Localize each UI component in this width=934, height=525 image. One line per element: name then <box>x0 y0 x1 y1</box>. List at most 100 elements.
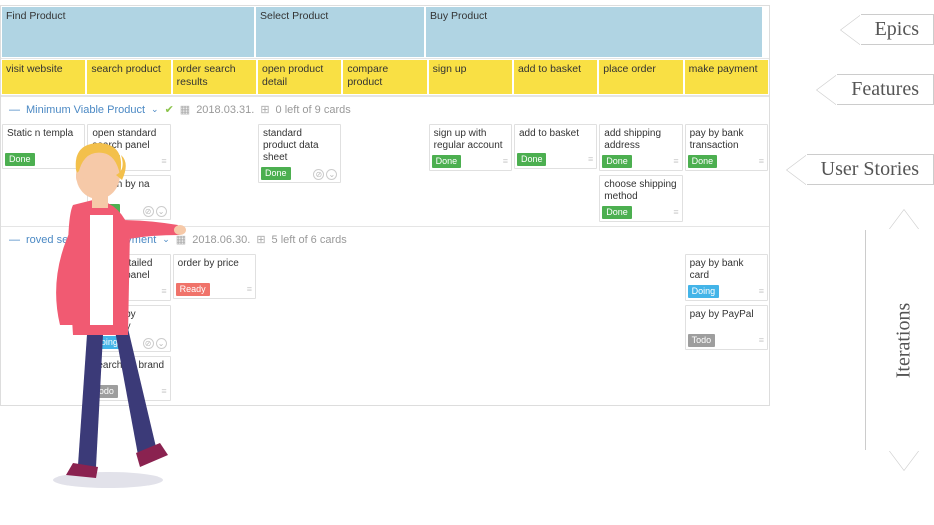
story-column: pay by bank card Doing ≡ pay by PayPalTodo≡ <box>684 252 769 354</box>
grip-icon: ≡ <box>161 286 166 297</box>
story-card[interactable]: pay by bank transactionDone≡ <box>685 124 768 171</box>
feature-card[interactable]: order search results <box>173 60 256 94</box>
story-column: pay by bank transactionDone≡ <box>684 122 769 175</box>
epic-card[interactable]: Buy Product <box>426 7 762 57</box>
card-text: search by na <box>92 179 165 191</box>
card-icons: ⊘⌄ <box>143 206 167 217</box>
status-badge: Done <box>90 155 120 168</box>
clock-icon: ⊘ <box>143 206 154 217</box>
story-column: open standard search panelDone≡search by… <box>86 122 171 224</box>
grip-icon: ≡ <box>759 156 764 167</box>
story-card[interactable]: search by naDone⊘⌄ <box>87 175 170 220</box>
card-text: Static n templa <box>7 128 80 140</box>
story-column <box>598 252 683 256</box>
story-column <box>342 122 427 126</box>
epic-label: Find Product <box>6 10 66 22</box>
story-card[interactable]: open detailed search panel Done ≡ <box>87 254 170 301</box>
story-column <box>342 252 427 256</box>
chevron-down-icon[interactable]: ⌄ <box>151 104 159 115</box>
story-card[interactable]: choose shipping methodDone≡ <box>599 175 682 222</box>
story-map-board: Find Product Select Product Buy Product … <box>0 5 770 406</box>
grip-icon: ≡ <box>247 284 252 295</box>
status-badge: Done <box>517 153 547 166</box>
calendar-icon: ▦ <box>176 233 186 246</box>
collapse-icon[interactable]: — <box>9 104 20 116</box>
status-badge: Todo <box>90 385 118 398</box>
chevron-icon: ⌄ <box>156 338 167 349</box>
story-row: Static n templa Done ≡ open standard search… <box>1 122 769 226</box>
feature-card[interactable]: add to basket <box>514 60 597 94</box>
feature-card[interactable]: search product <box>87 60 170 94</box>
label-epics: Epics <box>841 14 934 45</box>
story-row: open detailed search panelDone≡search by… <box>1 252 769 405</box>
feature-card[interactable]: place order <box>599 60 682 94</box>
story-column: sign up with regular accountDone≡ <box>428 122 513 175</box>
check-icon: ✔ <box>165 103 174 116</box>
feature-card[interactable]: open product detail <box>258 60 341 94</box>
story-card[interactable]: search by brand Todo ≡ <box>87 356 170 401</box>
grip-icon: ≡ <box>76 154 81 165</box>
card-icons: ⊘⌄ <box>313 169 337 180</box>
clock-icon: ⊘ <box>313 169 324 180</box>
story-card[interactable]: standard product data sheet Done ⊘⌄ <box>258 124 341 183</box>
cards-icon: ⊞ <box>260 103 269 116</box>
grip-icon: ≡ <box>161 386 166 397</box>
card-text: sign up with regular account <box>434 128 507 152</box>
iterations-container: —Minimum Viable Product⌄✔▦2018.03.31.⊞0 … <box>1 96 769 405</box>
iteration-header[interactable]: —Minimum Viable Product⌄✔▦2018.03.31.⊞0 … <box>1 96 769 122</box>
iteration-header[interactable]: —roved search and payment⌄▦2018.06.30.⊞5… <box>1 226 769 252</box>
label-features: Features <box>817 74 934 105</box>
story-card[interactable]: Static n templa Done ≡ <box>2 124 85 169</box>
card-icons: ⊘⌄ <box>143 338 167 349</box>
story-column: open detailed search panelDone≡search by… <box>86 252 171 405</box>
feature-card[interactable]: make payment <box>685 60 768 94</box>
story-column: Static n templa Done ≡ <box>1 122 86 173</box>
grip-icon: ≡ <box>673 207 678 218</box>
clock-icon: ⊘ <box>143 338 154 349</box>
epic-card[interactable]: Select Product <box>256 7 424 57</box>
card-text: choose shipping method <box>604 179 677 203</box>
status-badge: Done <box>261 167 291 180</box>
card-text: open detailed search panel <box>92 258 165 282</box>
status-badge: Done <box>90 285 120 298</box>
collapse-icon[interactable]: — <box>9 234 20 246</box>
label-user-stories: User Stories <box>787 154 934 185</box>
feature-card[interactable]: sign up <box>429 60 512 94</box>
story-card[interactable]: pay by PayPalTodo≡ <box>685 305 768 350</box>
iteration-date: 2018.03.31. <box>196 104 254 116</box>
status-badge: Doing <box>688 285 720 298</box>
grip-icon: ≡ <box>759 286 764 297</box>
card-text: search by brand <box>92 360 165 372</box>
card-text: pay by bank card <box>690 258 763 282</box>
story-card[interactable]: sign up with regular accountDone≡ <box>429 124 512 171</box>
story-card[interactable]: add shipping addressDone≡ <box>599 124 682 171</box>
card-text: standard product data sheet <box>263 128 336 164</box>
epic-card[interactable]: Find Product <box>2 7 254 57</box>
status-badge: Ready <box>176 283 210 296</box>
story-card[interactable]: order by priceReady≡ <box>173 254 256 299</box>
epic-row: Find Product Select Product Buy Product <box>1 6 769 59</box>
chevron-down-icon[interactable]: ⌄ <box>162 234 170 245</box>
status-badge: Done <box>5 153 35 166</box>
status-badge: Doing <box>90 336 122 349</box>
story-card[interactable]: search by categoryDoing⊘⌄ <box>87 305 170 352</box>
iteration-count: 5 left of 6 cards <box>272 234 347 246</box>
story-column <box>513 252 598 256</box>
feature-card[interactable]: visit website <box>2 60 85 94</box>
label-iterations: Iterations <box>884 210 924 470</box>
feature-row: visit websitesearch productorder search … <box>1 59 769 96</box>
epic-label: Buy Product <box>430 10 487 22</box>
card-text: pay by bank transaction <box>690 128 763 152</box>
grip-icon: ≡ <box>588 154 593 165</box>
feature-card[interactable]: compare product <box>343 60 426 94</box>
card-text: add shipping address <box>604 128 677 152</box>
story-column: order by priceReady≡ <box>172 252 257 303</box>
card-text: open standard search panel <box>92 128 165 152</box>
chevron-icon: ⌄ <box>326 169 337 180</box>
story-column: standard product data sheet Done ⊘⌄ <box>257 122 342 187</box>
story-card[interactable]: open standard search panelDone≡ <box>87 124 170 171</box>
story-card[interactable]: pay by bank card Doing ≡ <box>685 254 768 301</box>
card-text: pay by PayPal <box>690 309 763 321</box>
story-card[interactable]: add to basketDone≡ <box>514 124 597 169</box>
chevron-icon: ⌄ <box>156 206 167 217</box>
